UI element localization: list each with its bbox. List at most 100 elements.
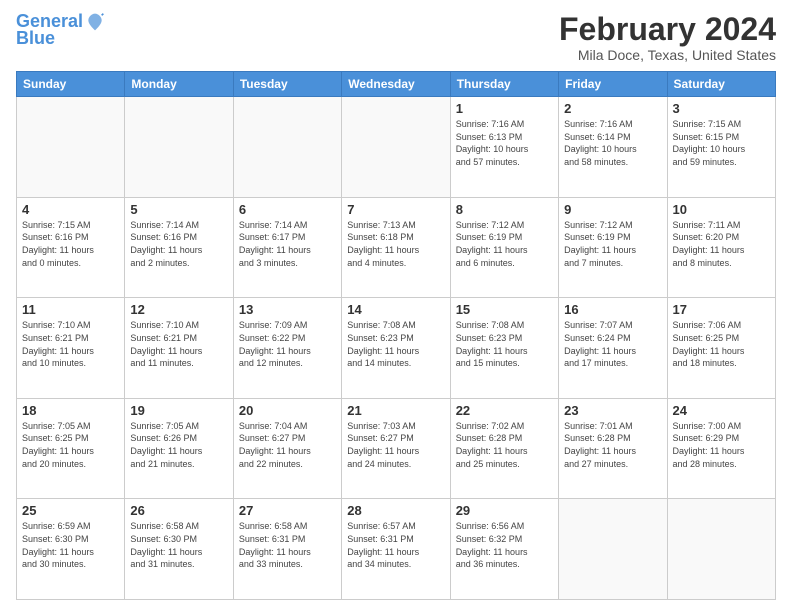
col-sunday: Sunday (17, 72, 125, 97)
table-row: 14 Sunrise: 7:08 AM Sunset: 6:23 PM Dayli… (342, 298, 450, 399)
table-row: 27Sunrise: 6:58 AM Sunset: 6:31 PM Dayli… (233, 499, 341, 600)
day-info: Sunrise: 7:11 AM Sunset: 6:20 PM Dayligh… (673, 219, 770, 269)
day-info: Sunrise: 7:10 AM Sunset: 6:21 PM Dayligh… (130, 319, 227, 369)
day-info: Sunrise: 6:59 AM Sunset: 6:30 PM Dayligh… (22, 520, 119, 570)
calendar-week-row: 18 Sunrise: 7:05 AM Sunset: 6:25 PM Dayli… (17, 398, 776, 499)
day-number: 1 (456, 101, 553, 116)
day-number: 15 (456, 302, 553, 317)
day-number: 20 (239, 403, 336, 418)
day-number: 17 (673, 302, 770, 317)
table-row: 26 Sunrise: 6:58 AM Sunset: 6:30 PM Dayli… (125, 499, 233, 600)
day-info: Sunrise: 7:07 AM Sunset: 6:24 PM Dayligh… (564, 319, 661, 369)
table-row: 28 Sunrise: 6:57 AM Sunset: 6:31 PM Dayli… (342, 499, 450, 600)
day-info: Sunrise: 7:15 AM Sunset: 6:16 PM Dayligh… (22, 219, 119, 269)
table-row: 1 Sunrise: 7:16 AM Sunset: 6:13 PM Daylig… (450, 97, 558, 198)
day-number: 18 (22, 403, 119, 418)
table-row: 29 Sunrise: 6:56 AM Sunset: 6:32 PM Dayli… (450, 499, 558, 600)
col-tuesday: Tuesday (233, 72, 341, 97)
day-number: 14 (347, 302, 444, 317)
day-number: 12 (130, 302, 227, 317)
calendar-subtitle: Mila Doce, Texas, United States (559, 47, 776, 63)
title-block: February 2024 Mila Doce, Texas, United S… (559, 12, 776, 63)
day-info: Sunrise: 7:14 AM Sunset: 6:17 PM Dayligh… (239, 219, 336, 269)
table-row: 2Sunrise: 7:16 AM Sunset: 6:14 PM Daylig… (559, 97, 667, 198)
table-row: 12 Sunrise: 7:10 AM Sunset: 6:21 PM Dayli… (125, 298, 233, 399)
table-row: 3 Sunrise: 7:15 AM Sunset: 6:15 PM Daylig… (667, 97, 775, 198)
day-info: Sunrise: 6:57 AM Sunset: 6:31 PM Dayligh… (347, 520, 444, 570)
table-row (125, 97, 233, 198)
col-wednesday: Wednesday (342, 72, 450, 97)
day-number: 16 (564, 302, 661, 317)
day-number: 8 (456, 202, 553, 217)
day-number: 11 (22, 302, 119, 317)
table-row: 19Sunrise: 7:05 AM Sunset: 6:26 PM Dayli… (125, 398, 233, 499)
day-number: 23 (564, 403, 661, 418)
day-number: 25 (22, 503, 119, 518)
table-row: 6Sunrise: 7:14 AM Sunset: 6:17 PM Daylig… (233, 197, 341, 298)
day-info: Sunrise: 7:06 AM Sunset: 6:25 PM Dayligh… (673, 319, 770, 369)
table-row: 18 Sunrise: 7:05 AM Sunset: 6:25 PM Dayli… (17, 398, 125, 499)
calendar-week-row: 4 Sunrise: 7:15 AM Sunset: 6:16 PM Daylig… (17, 197, 776, 298)
table-row: 16 Sunrise: 7:07 AM Sunset: 6:24 PM Dayli… (559, 298, 667, 399)
day-info: Sunrise: 7:16 AM Sunset: 6:13 PM Dayligh… (456, 118, 553, 168)
table-row: 23Sunrise: 7:01 AM Sunset: 6:28 PM Dayli… (559, 398, 667, 499)
table-row: 9 Sunrise: 7:12 AM Sunset: 6:19 PM Daylig… (559, 197, 667, 298)
table-row (233, 97, 341, 198)
day-info: Sunrise: 7:05 AM Sunset: 6:26 PM Dayligh… (130, 420, 227, 470)
col-friday: Friday (559, 72, 667, 97)
table-row: 8 Sunrise: 7:12 AM Sunset: 6:19 PM Daylig… (450, 197, 558, 298)
col-saturday: Saturday (667, 72, 775, 97)
day-number: 24 (673, 403, 770, 418)
day-info: Sunrise: 7:14 AM Sunset: 6:16 PM Dayligh… (130, 219, 227, 269)
day-info: Sunrise: 7:15 AM Sunset: 6:15 PM Dayligh… (673, 118, 770, 168)
day-info: Sunrise: 7:10 AM Sunset: 6:21 PM Dayligh… (22, 319, 119, 369)
day-info: Sunrise: 7:13 AM Sunset: 6:18 PM Dayligh… (347, 219, 444, 269)
table-row (17, 97, 125, 198)
calendar-title: February 2024 (559, 12, 776, 47)
table-row: 21 Sunrise: 7:03 AM Sunset: 6:27 PM Dayli… (342, 398, 450, 499)
logo: General Blue (16, 12, 105, 49)
table-row: 7 Sunrise: 7:13 AM Sunset: 6:18 PM Daylig… (342, 197, 450, 298)
col-monday: Monday (125, 72, 233, 97)
day-number: 2 (564, 101, 661, 116)
day-info: Sunrise: 7:04 AM Sunset: 6:27 PM Dayligh… (239, 420, 336, 470)
day-info: Sunrise: 6:58 AM Sunset: 6:30 PM Dayligh… (130, 520, 227, 570)
day-number: 29 (456, 503, 553, 518)
day-number: 7 (347, 202, 444, 217)
table-row (667, 499, 775, 600)
table-row: 25 Sunrise: 6:59 AM Sunset: 6:30 PM Dayli… (17, 499, 125, 600)
day-number: 9 (564, 202, 661, 217)
header: General Blue February 2024 Mila Doce, Te… (16, 12, 776, 63)
table-row: 22Sunrise: 7:02 AM Sunset: 6:28 PM Dayli… (450, 398, 558, 499)
page: General Blue February 2024 Mila Doce, Te… (0, 0, 792, 612)
table-row: 11 Sunrise: 7:10 AM Sunset: 6:21 PM Dayli… (17, 298, 125, 399)
day-number: 3 (673, 101, 770, 116)
calendar-week-row: 11 Sunrise: 7:10 AM Sunset: 6:21 PM Dayli… (17, 298, 776, 399)
day-info: Sunrise: 7:12 AM Sunset: 6:19 PM Dayligh… (564, 219, 661, 269)
day-number: 4 (22, 202, 119, 217)
day-info: Sunrise: 7:09 AM Sunset: 6:22 PM Dayligh… (239, 319, 336, 369)
day-info: Sunrise: 7:05 AM Sunset: 6:25 PM Dayligh… (22, 420, 119, 470)
day-number: 26 (130, 503, 227, 518)
calendar-header-row: Sunday Monday Tuesday Wednesday Thursday… (17, 72, 776, 97)
day-number: 10 (673, 202, 770, 217)
day-number: 21 (347, 403, 444, 418)
day-info: Sunrise: 7:08 AM Sunset: 6:23 PM Dayligh… (347, 319, 444, 369)
table-row: 4 Sunrise: 7:15 AM Sunset: 6:16 PM Daylig… (17, 197, 125, 298)
day-number: 27 (239, 503, 336, 518)
day-info: Sunrise: 6:56 AM Sunset: 6:32 PM Dayligh… (456, 520, 553, 570)
day-info: Sunrise: 7:08 AM Sunset: 6:23 PM Dayligh… (456, 319, 553, 369)
table-row: 15 Sunrise: 7:08 AM Sunset: 6:23 PM Dayli… (450, 298, 558, 399)
calendar-week-row: 25 Sunrise: 6:59 AM Sunset: 6:30 PM Dayli… (17, 499, 776, 600)
table-row: 20 Sunrise: 7:04 AM Sunset: 6:27 PM Dayli… (233, 398, 341, 499)
day-number: 13 (239, 302, 336, 317)
day-info: Sunrise: 7:03 AM Sunset: 6:27 PM Dayligh… (347, 420, 444, 470)
col-thursday: Thursday (450, 72, 558, 97)
calendar-table: Sunday Monday Tuesday Wednesday Thursday… (16, 71, 776, 600)
table-row: 10 Sunrise: 7:11 AM Sunset: 6:20 PM Dayli… (667, 197, 775, 298)
day-info: Sunrise: 7:12 AM Sunset: 6:19 PM Dayligh… (456, 219, 553, 269)
day-info: Sunrise: 7:00 AM Sunset: 6:29 PM Dayligh… (673, 420, 770, 470)
day-number: 28 (347, 503, 444, 518)
table-row: 17 Sunrise: 7:06 AM Sunset: 6:25 PM Dayli… (667, 298, 775, 399)
table-row (559, 499, 667, 600)
